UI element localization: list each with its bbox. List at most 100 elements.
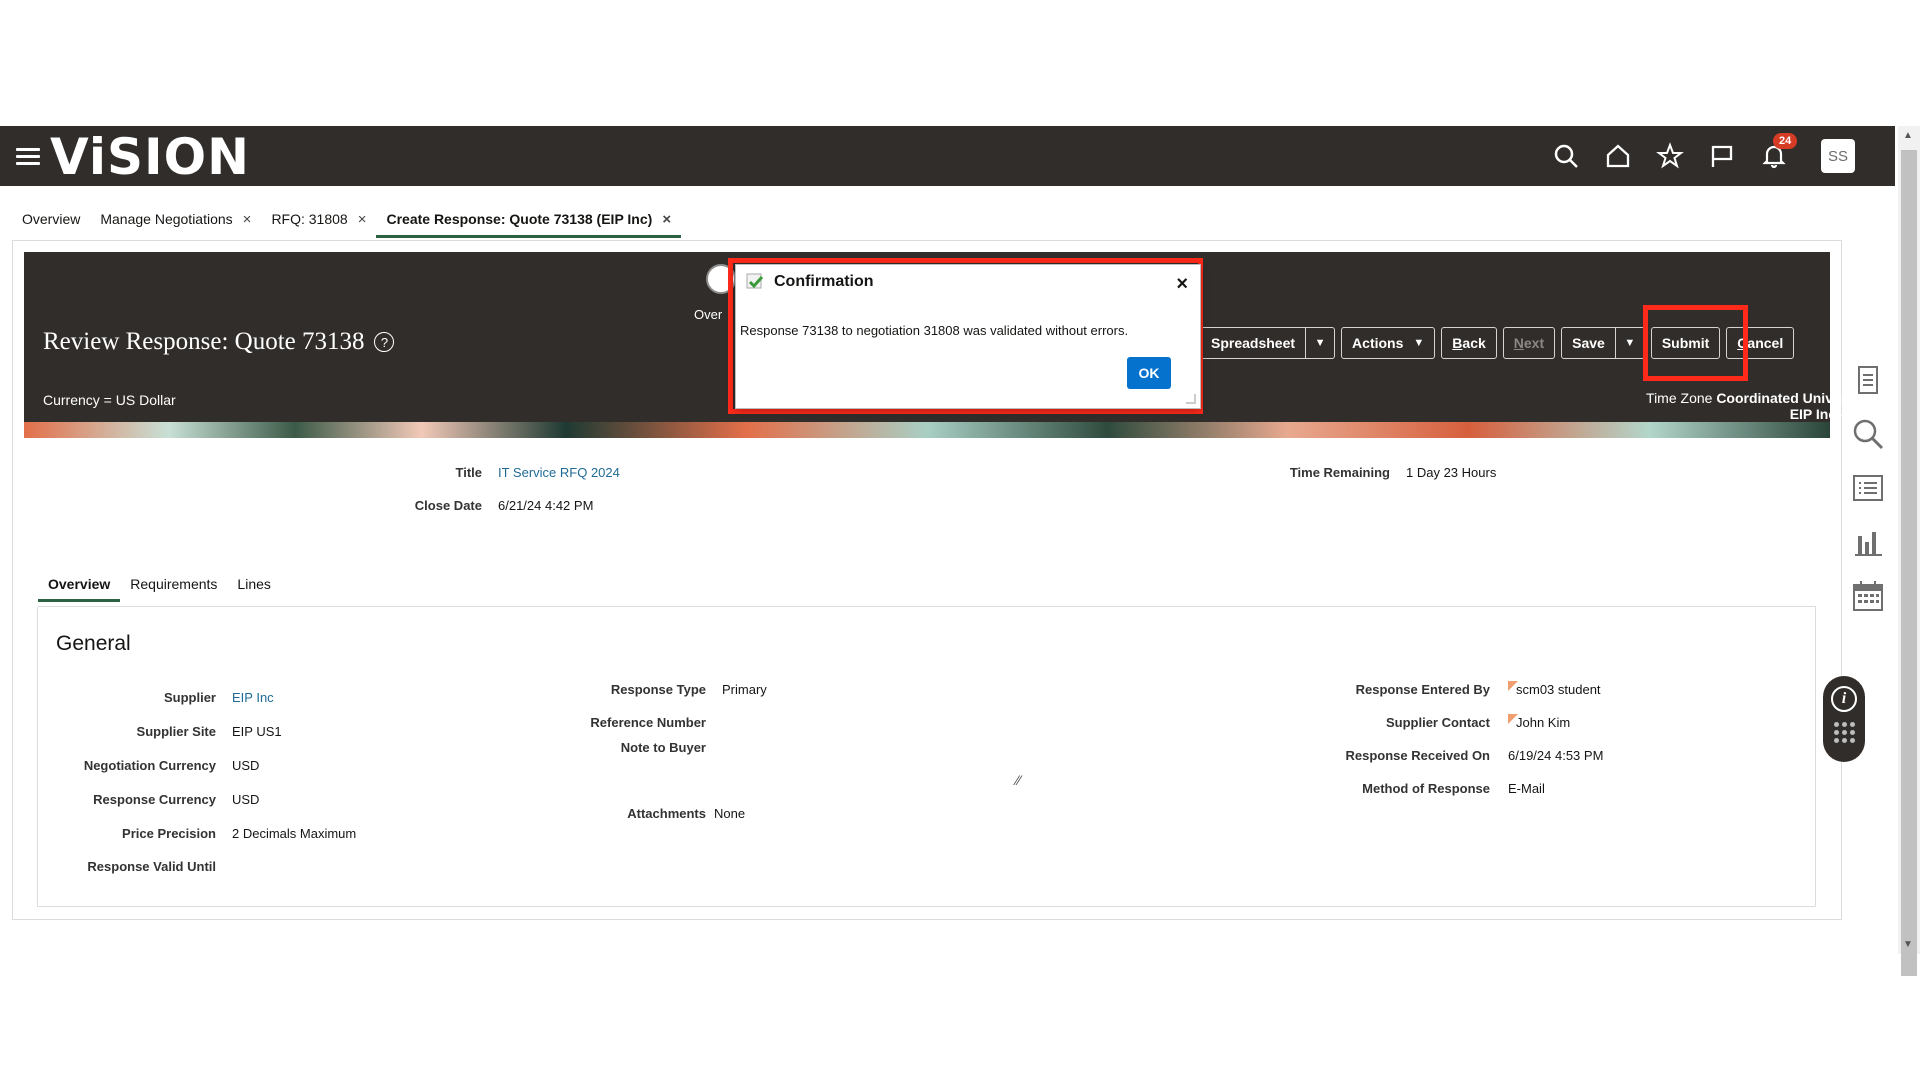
response-type-value: Primary — [722, 682, 767, 697]
scroll-up-arrow-icon[interactable]: ▲ — [1903, 130, 1913, 141]
response-received-on-value: 6/19/24 4:53 PM — [1508, 748, 1604, 763]
chevron-down-icon[interactable]: ▼ — [1306, 328, 1334, 358]
time-zone-label: Time Zone — [1646, 390, 1713, 406]
favorites-star-icon[interactable] — [1655, 141, 1685, 171]
save-button[interactable]: Save ▼ — [1561, 327, 1645, 359]
response-entered-by-label: Response Entered By — [1355, 682, 1490, 697]
resize-handle-icon[interactable] — [1186, 394, 1196, 404]
response-received-on-label: Response Received On — [1345, 748, 1491, 763]
next-button[interactable]: Next — [1502, 327, 1556, 359]
spreadsheet-button[interactable]: Spreadsheet ▼ — [1200, 327, 1336, 359]
global-header: ViSION 24 SS — [0, 126, 1895, 186]
tab-manage-negotiations[interactable]: Manage Negotiations × — [90, 200, 261, 238]
app-logo[interactable]: ViSION — [50, 130, 250, 184]
attachments-value: None — [714, 806, 746, 821]
price-precision-label: Price Precision — [122, 826, 216, 841]
dialog-header: Confirmation — [746, 273, 874, 291]
negotiation-currency-label: Negotiation Currency — [83, 758, 216, 773]
highlight-box-submit — [1643, 305, 1748, 381]
actions-label: Actions — [1352, 335, 1404, 351]
supplier-label: Supplier — [163, 690, 216, 705]
reference-number-label: Reference Number — [590, 715, 706, 730]
close-tab-icon[interactable]: × — [358, 211, 367, 228]
tab-label: Manage Negotiations — [100, 211, 233, 227]
response-currency-value: USD — [232, 792, 260, 807]
page-title-text: Review Response: Quote 73138 — [43, 328, 365, 355]
attachments-label: Attachments — [627, 806, 706, 821]
page-tab-strip: Overview Manage Negotiations × RFQ: 31808… — [12, 200, 681, 238]
header-icons: 24 SS — [1551, 133, 1855, 174]
bar-chart-icon[interactable] — [1850, 524, 1886, 560]
supplier-site-label: Supplier Site — [136, 724, 216, 739]
notifications-bell-icon[interactable]: 24 — [1759, 133, 1798, 171]
currency-text: Currency = US Dollar — [43, 392, 176, 408]
page-title: Review Response: Quote 73138 ? — [43, 328, 395, 356]
chevron-down-icon[interactable]: ▼ — [1616, 328, 1644, 358]
actions-menu-button[interactable]: Actions ▼ — [1341, 327, 1436, 359]
user-avatar[interactable]: SS — [1821, 139, 1855, 173]
flag-icon[interactable] — [1707, 141, 1737, 171]
scrollbar-thumb[interactable] — [1901, 150, 1917, 976]
response-valid-until-label: Response Valid Until — [87, 859, 216, 874]
response-currency-label: Response Currency — [93, 792, 216, 807]
tab-overview[interactable]: Overview — [12, 200, 90, 238]
close-tab-icon[interactable]: × — [243, 211, 252, 228]
note-to-buyer-label: Note to Buyer — [620, 740, 706, 755]
right-side-rail — [1843, 362, 1893, 614]
save-label[interactable]: Save — [1562, 328, 1616, 358]
tab-requirements[interactable]: Requirements — [120, 570, 227, 602]
supplier-site-value: EIP US1 — [232, 724, 282, 739]
response-entered-by-value[interactable]: scm03 student — [1516, 682, 1601, 697]
confirmation-dialog: Confirmation × Response 73138 to negotia… — [735, 264, 1201, 409]
list-icon[interactable] — [1850, 470, 1886, 506]
close-tab-icon[interactable]: × — [662, 211, 671, 228]
supplier-value-link[interactable]: EIP Inc — [232, 690, 274, 705]
time-remaining-label: Time Remaining — [1289, 465, 1390, 480]
tab-lines[interactable]: Lines — [227, 570, 280, 602]
decorative-banner — [24, 422, 1830, 438]
train-step-label: Over — [694, 307, 723, 322]
close-date-label: Close Date — [414, 498, 482, 513]
document-icon[interactable] — [1850, 362, 1886, 398]
time-remaining-value: 1 Day 23 Hours — [1406, 465, 1497, 480]
menu-icon[interactable] — [16, 148, 40, 166]
ok-button[interactable]: OK — [1127, 357, 1171, 389]
general-heading: General — [56, 632, 131, 655]
tab-create-response[interactable]: Create Response: Quote 73138 (EIP Inc) × — [376, 200, 681, 238]
scroll-down-arrow-icon[interactable]: ▼ — [1903, 939, 1913, 950]
detail-tabs: Overview Requirements Lines — [38, 570, 281, 602]
search-icon[interactable] — [1551, 141, 1581, 171]
info-icon[interactable]: i — [1831, 686, 1857, 712]
tab-label: Overview — [22, 211, 81, 227]
close-icon[interactable]: × — [1176, 273, 1188, 296]
dialog-title: Confirmation — [774, 273, 874, 290]
calendar-icon[interactable] — [1850, 578, 1886, 614]
tab-label: RFQ: 31808 — [271, 211, 348, 227]
dialog-message: Response 73138 to negotiation 31808 was … — [740, 323, 1129, 338]
search-icon[interactable] — [1850, 416, 1886, 452]
textarea-resize-icon[interactable]: ⁄⁄ — [1016, 772, 1021, 788]
negotiation-currency-value: USD — [232, 758, 260, 773]
response-type-label: Response Type — [610, 682, 706, 697]
help-icon[interactable]: ? — [374, 332, 395, 352]
title-value-link[interactable]: IT Service RFQ 2024 — [498, 465, 620, 480]
back-button[interactable]: Back — [1441, 327, 1497, 359]
floating-help-widget[interactable]: i — [1823, 676, 1865, 762]
confirmation-check-icon — [746, 273, 764, 291]
chevron-down-icon: ▼ — [1413, 337, 1425, 349]
supplier-contact-label: Supplier Contact — [1385, 715, 1490, 730]
supplier-contact-value[interactable]: John Kim — [1516, 715, 1570, 730]
tab-overview-detail[interactable]: Overview — [38, 570, 121, 602]
notification-count-badge: 24 — [1773, 133, 1798, 149]
tab-rfq[interactable]: RFQ: 31808 × — [261, 200, 376, 238]
spreadsheet-label[interactable]: Spreadsheet — [1201, 328, 1307, 358]
next-label: Next — [1513, 335, 1545, 351]
close-date-value: 6/21/24 4:42 PM — [498, 498, 594, 513]
title-label: Title — [455, 465, 483, 480]
tab-label: Create Response: Quote 73138 (EIP Inc) — [386, 211, 653, 227]
method-of-response-value: E-Mail — [1508, 781, 1545, 796]
price-precision-value: 2 Decimals Maximum — [232, 826, 357, 841]
vertical-scrollbar[interactable]: ▲ ▼ — [1898, 126, 1920, 976]
keypad-dots-icon[interactable] — [1833, 722, 1855, 743]
home-icon[interactable] — [1603, 141, 1633, 171]
